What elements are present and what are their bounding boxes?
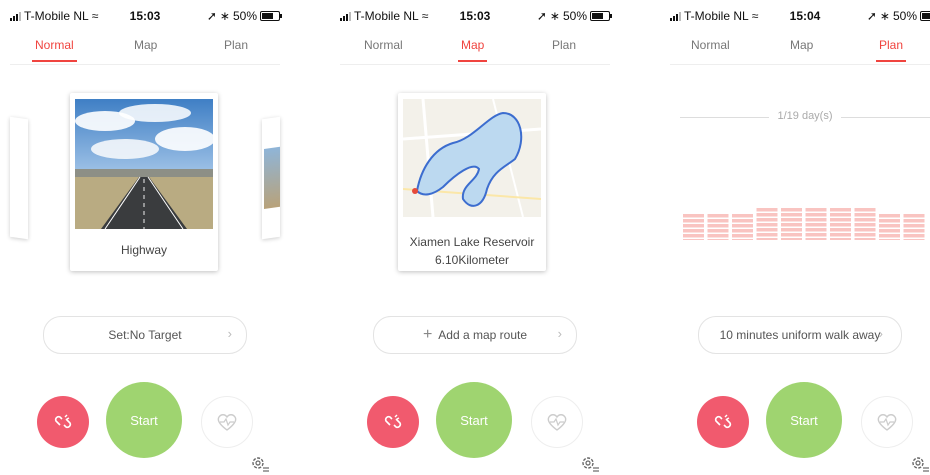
- broken-link-icon: [384, 414, 402, 429]
- route-distance: 6.10Kilometer: [434, 253, 510, 267]
- plan-day-progress: 1/19 day(s): [660, 110, 930, 122]
- heart-rate-button[interactable]: [861, 396, 913, 448]
- battery-icon: [260, 11, 282, 21]
- battery-percent: 50%: [562, 9, 587, 23]
- mode-tabs: Normal Map Plan: [10, 34, 280, 65]
- screen-plan: T-Mobile NL ≈ 15:04 ➚ ∗ 50% Normal Map P…: [660, 0, 930, 475]
- bluetooth-icon: ∗: [549, 9, 560, 23]
- chevron-right-icon: ›: [227, 326, 232, 341]
- scene-card[interactable]: Highway: [70, 93, 218, 271]
- screen-normal: T-Mobile NL ≈ 15:03 ➚ ∗ 50% Normal Map P…: [0, 0, 290, 475]
- tab-plan[interactable]: Plan: [552, 38, 576, 52]
- disconnect-button[interactable]: [37, 396, 89, 448]
- plan-segment-bar: [805, 208, 827, 240]
- status-right: ➚ ∗ 50%: [536, 9, 612, 23]
- tab-normal[interactable]: Normal: [364, 38, 403, 52]
- battery-percent: 50%: [892, 9, 917, 23]
- plan-segment-bar: [830, 208, 851, 240]
- route-label: Add a map route: [438, 328, 528, 342]
- tab-map[interactable]: Map: [457, 38, 488, 62]
- prev-scene-card[interactable]: [10, 116, 28, 240]
- scene-title: Highway: [120, 243, 168, 257]
- route-card[interactable]: Xiamen Lake Reservoir 6.10Kilometer: [398, 93, 546, 271]
- gear-settings-icon[interactable]: [910, 455, 930, 473]
- plan-segment-bar: [879, 214, 900, 240]
- bluetooth-icon: ∗: [879, 9, 890, 23]
- start-button[interactable]: Start: [106, 382, 182, 458]
- screen-map: T-Mobile NL ≈ 15:03 ➚ ∗ 50% Normal Map P…: [330, 0, 620, 475]
- start-button[interactable]: Start: [766, 382, 842, 458]
- plan-day-label: 1/19 day(s): [769, 110, 841, 122]
- route-map: [403, 99, 541, 217]
- plan-segment-bar: [683, 214, 704, 240]
- battery-icon: [590, 11, 612, 21]
- add-map-route-button[interactable]: + Add a map route ›: [373, 316, 577, 354]
- status-right: ➚ ∗ 50%: [206, 9, 282, 23]
- plan-target-label: 10 minutes uniform walk away: [719, 328, 881, 342]
- disconnect-button[interactable]: [367, 396, 419, 448]
- highway-image: [75, 99, 213, 229]
- chevron-right-icon: ›: [878, 326, 883, 341]
- plan-segment-bar: [854, 208, 876, 240]
- status-right: ➚ ∗ 50%: [867, 9, 930, 23]
- status-bar: T-Mobile NL ≈ 15:04 ➚ ∗ 50%: [660, 0, 930, 32]
- heart-rate-button[interactable]: [531, 396, 583, 448]
- tab-map[interactable]: Map: [790, 38, 813, 52]
- plan-segment-bar: [756, 208, 778, 240]
- heart-rate-icon: [547, 414, 567, 431]
- route-title: Xiamen Lake Reservoir: [409, 235, 535, 249]
- mode-tabs: Normal Map Plan: [670, 34, 930, 65]
- plus-icon: +: [422, 326, 433, 343]
- mode-tabs: Normal Map Plan: [340, 34, 610, 65]
- tab-map[interactable]: Map: [134, 38, 157, 52]
- battery-icon: [920, 11, 930, 21]
- location-arrow-icon: ➚: [536, 9, 547, 23]
- tab-plan[interactable]: Plan: [875, 38, 907, 62]
- start-button[interactable]: Start: [436, 382, 512, 458]
- location-arrow-icon: ➚: [866, 9, 877, 23]
- gear-settings-icon[interactable]: [250, 455, 270, 473]
- status-bar: T-Mobile NL ≈ 15:03 ➚ ∗ 50%: [330, 0, 620, 32]
- plan-segment-bar: [732, 214, 753, 240]
- plan-target-button[interactable]: 10 minutes uniform walk away ›: [698, 316, 902, 354]
- disconnect-button[interactable]: [697, 396, 749, 448]
- plan-segment-bars: [683, 208, 925, 240]
- heart-rate-icon: [217, 414, 237, 431]
- gear-settings-icon[interactable]: [580, 455, 600, 473]
- tab-normal[interactable]: Normal: [32, 38, 77, 62]
- plan-segment-bar: [781, 208, 802, 240]
- chevron-right-icon: ›: [557, 326, 562, 341]
- tab-plan[interactable]: Plan: [224, 38, 248, 52]
- broken-link-icon: [714, 414, 732, 429]
- tab-normal[interactable]: Normal: [691, 38, 730, 52]
- status-bar: T-Mobile NL ≈ 15:03 ➚ ∗ 50%: [0, 0, 290, 32]
- battery-percent: 50%: [232, 9, 257, 23]
- bluetooth-icon: ∗: [219, 9, 230, 23]
- plan-segment-bar: [903, 214, 925, 240]
- location-arrow-icon: ➚: [206, 9, 217, 23]
- set-target-button[interactable]: Set:No Target ›: [43, 316, 247, 354]
- broken-link-icon: [54, 414, 72, 429]
- heart-rate-button[interactable]: [201, 396, 253, 448]
- target-label: Set:No Target: [108, 328, 182, 342]
- next-scene-card[interactable]: [262, 116, 280, 240]
- heart-rate-icon: [877, 414, 897, 431]
- plan-segment-bar: [707, 214, 729, 240]
